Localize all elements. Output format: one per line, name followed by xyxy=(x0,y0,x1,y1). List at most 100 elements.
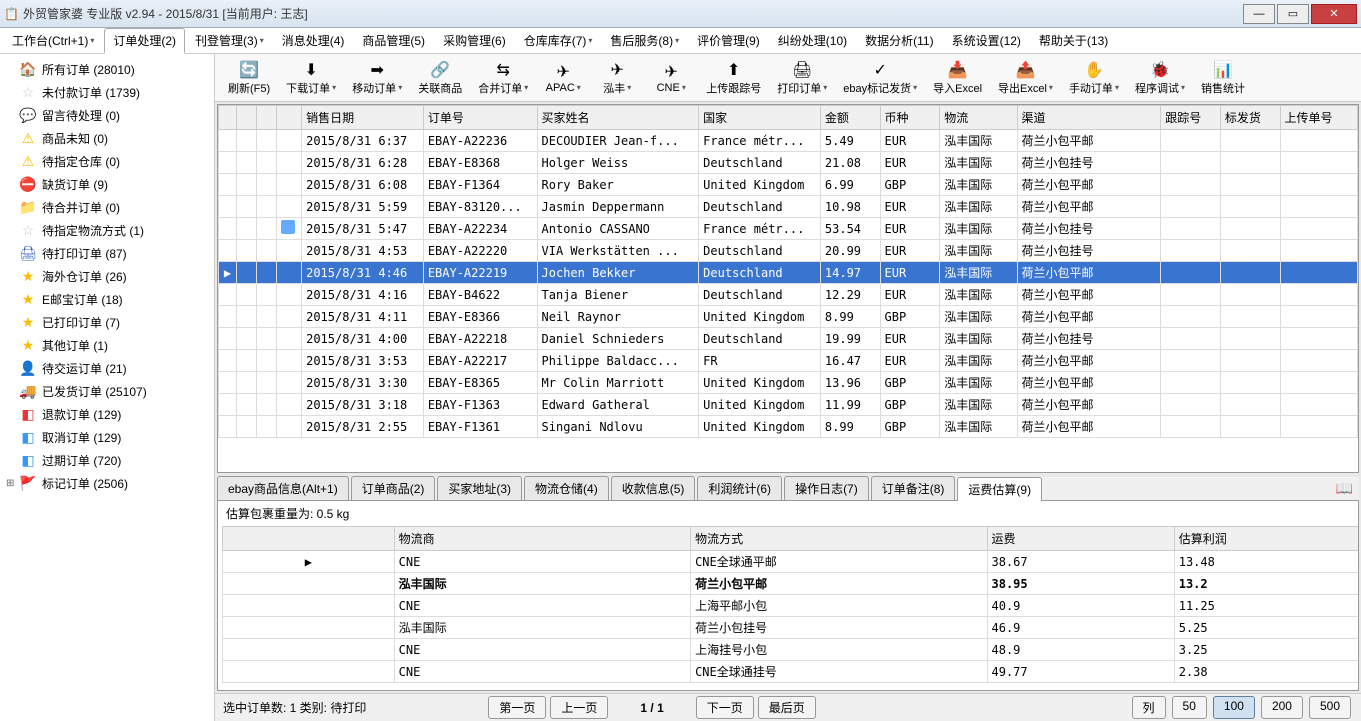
col-header[interactable]: 国家 xyxy=(699,106,821,130)
detail-tab[interactable]: 运费估算(9) xyxy=(957,477,1042,501)
freight-grid[interactable]: 物流商物流方式运费估算利润▶CNECNE全球通平邮38.6713.48泓丰国际荷… xyxy=(222,526,1359,683)
detail-tab[interactable]: 订单备注(8) xyxy=(871,476,956,500)
toolbtn-关联商品[interactable]: 🔗关联商品 xyxy=(411,56,469,100)
col-header[interactable]: 上传单号 xyxy=(1280,106,1358,130)
book-icon[interactable]: 📖 xyxy=(1330,477,1359,500)
menu-帮助关于(13)[interactable]: 帮助关于(13) xyxy=(1031,29,1116,52)
table-row[interactable]: 2015/8/31 2:55EBAY-F1361Singani NdlovuUn… xyxy=(219,416,1358,438)
toolbtn-移动订单[interactable]: ➡移动订单▾ xyxy=(345,56,409,100)
pagesize-100[interactable]: 100 xyxy=(1213,696,1255,719)
table-row[interactable]: CNECNE全球通挂号49.772.38 xyxy=(223,661,1360,683)
pagesize-500[interactable]: 500 xyxy=(1309,696,1351,719)
sidebar-item[interactable]: ☆未付款订单 (1739) xyxy=(2,81,212,104)
table-row[interactable]: 泓丰国际荷兰小包平邮38.9513.2 xyxy=(223,573,1360,595)
table-row[interactable]: 2015/8/31 6:08EBAY-F1364Rory BakerUnited… xyxy=(219,174,1358,196)
sidebar-item[interactable]: ⊞🚩标记订单 (2506) xyxy=(2,472,212,495)
maximize-button[interactable]: ▭ xyxy=(1277,4,1309,24)
menu-订单处理(2)[interactable]: 订单处理(2) xyxy=(104,28,185,54)
sidebar-item[interactable]: 🖨待打印订单 (87) xyxy=(2,242,212,265)
next-page-button[interactable]: 下一页 xyxy=(696,696,754,719)
sidebar-item[interactable]: 👤待交运订单 (21) xyxy=(2,357,212,380)
first-page-button[interactable]: 第一页 xyxy=(488,696,546,719)
sidebar-item[interactable]: ★其他订单 (1) xyxy=(2,334,212,357)
col-header[interactable]: 销售日期 xyxy=(302,106,424,130)
col-header[interactable]: 买家姓名 xyxy=(537,106,699,130)
toolbtn-泓丰[interactable]: ✈泓丰▾ xyxy=(591,56,643,100)
sidebar-item[interactable]: 🚚已发货订单 (25107) xyxy=(2,380,212,403)
menu-消息处理(4)[interactable]: 消息处理(4) xyxy=(274,29,353,52)
col-header[interactable] xyxy=(276,106,301,130)
detail-tab[interactable]: 订单商品(2) xyxy=(351,476,436,500)
toolbtn-APAC[interactable]: ✈APAC▾ xyxy=(537,56,589,100)
table-row[interactable]: 2015/8/31 6:37EBAY-A22236DECOUDIER Jean-… xyxy=(219,130,1358,152)
sidebar-item[interactable]: ☆待指定物流方式 (1) xyxy=(2,219,212,242)
col-header[interactable] xyxy=(256,106,276,130)
table-row[interactable]: 2015/8/31 5:47EBAY-A22234Antonio CASSANO… xyxy=(219,218,1358,240)
toolbtn-销售统计[interactable]: 📊销售统计 xyxy=(1194,56,1252,100)
col-header[interactable]: 订单号 xyxy=(423,106,537,130)
pagesize-200[interactable]: 200 xyxy=(1261,696,1303,719)
col-header[interactable]: 币种 xyxy=(880,106,940,130)
close-button[interactable]: ✕ xyxy=(1311,4,1357,24)
col-header[interactable]: 运费 xyxy=(987,527,1174,551)
table-row[interactable]: 2015/8/31 4:00EBAY-A22218Daniel Schniede… xyxy=(219,328,1358,350)
detail-tab[interactable]: 操作日志(7) xyxy=(784,476,869,500)
toolbtn-上传跟踪号[interactable]: ⬆上传跟踪号 xyxy=(699,56,768,100)
sidebar-item[interactable]: ★海外仓订单 (26) xyxy=(2,265,212,288)
table-row[interactable]: 泓丰国际荷兰小包挂号46.95.25 xyxy=(223,617,1360,639)
menu-纠纷处理(10)[interactable]: 纠纷处理(10) xyxy=(770,29,855,52)
col-header[interactable]: 标发货 xyxy=(1220,106,1280,130)
menu-工作台(Ctrl+1)[interactable]: 工作台(Ctrl+1)▾ xyxy=(4,29,102,52)
sidebar-item[interactable]: 💬留言待处理 (0) xyxy=(2,104,212,127)
table-row[interactable]: 2015/8/31 4:16EBAY-B4622Tanja BienerDeut… xyxy=(219,284,1358,306)
minimize-button[interactable]: — xyxy=(1243,4,1275,24)
toolbtn-CNE[interactable]: ✈CNE▾ xyxy=(645,56,697,100)
table-row[interactable]: 2015/8/31 4:53EBAY-A22220VIA Werkstätten… xyxy=(219,240,1358,262)
table-row[interactable]: CNE上海挂号小包48.93.25 xyxy=(223,639,1360,661)
col-header[interactable]: 金额 xyxy=(820,106,880,130)
detail-tab[interactable]: ebay商品信息(Alt+1) xyxy=(217,476,349,500)
menu-商品管理(5)[interactable]: 商品管理(5) xyxy=(354,29,433,52)
sidebar-item[interactable]: ⚠待指定仓库 (0) xyxy=(2,150,212,173)
sidebar-item[interactable]: ◧退款订单 (129) xyxy=(2,403,212,426)
toolbtn-下载订单[interactable]: ⬇下载订单▾ xyxy=(279,56,343,100)
table-row[interactable]: 2015/8/31 4:11EBAY-E8366Neil RaynorUnite… xyxy=(219,306,1358,328)
col-header[interactable]: 物流方式 xyxy=(691,527,987,551)
col-header[interactable]: 估算利润 xyxy=(1174,527,1359,551)
table-row[interactable]: 2015/8/31 3:18EBAY-F1363Edward GatheralU… xyxy=(219,394,1358,416)
detail-tab[interactable]: 买家地址(3) xyxy=(437,476,522,500)
detail-tab[interactable]: 利润统计(6) xyxy=(697,476,782,500)
sidebar-item[interactable]: 🏠所有订单 (28010) xyxy=(2,58,212,81)
sidebar-item[interactable]: ★已打印订单 (7) xyxy=(2,311,212,334)
col-header[interactable]: 物流商 xyxy=(394,527,690,551)
detail-tab[interactable]: 收款信息(5) xyxy=(611,476,696,500)
col-header[interactable] xyxy=(236,106,256,130)
toolbtn-导入Excel[interactable]: 📥导入Excel xyxy=(926,56,989,100)
pagesize-50[interactable]: 50 xyxy=(1172,696,1207,719)
col-header[interactable]: 跟踪号 xyxy=(1161,106,1221,130)
last-page-button[interactable]: 最后页 xyxy=(758,696,816,719)
toolbtn-程序调试[interactable]: 🐞程序调试▾ xyxy=(1128,56,1192,100)
table-row[interactable]: 2015/8/31 6:28EBAY-E8368Holger WeissDeut… xyxy=(219,152,1358,174)
sidebar-item[interactable]: 📁待合并订单 (0) xyxy=(2,196,212,219)
table-row[interactable]: 2015/8/31 3:30EBAY-E8365Mr Colin Marriot… xyxy=(219,372,1358,394)
menu-售后服务(8)[interactable]: 售后服务(8)▾ xyxy=(602,29,687,52)
menu-刊登管理(3)[interactable]: 刊登管理(3)▾ xyxy=(187,29,272,52)
col-header[interactable] xyxy=(219,106,237,130)
toolbtn-合并订单[interactable]: ⇆合并订单▾ xyxy=(471,56,535,100)
table-row[interactable]: ▶CNECNE全球通平邮38.6713.48 xyxy=(223,551,1360,573)
table-row[interactable]: ▶2015/8/31 4:46EBAY-A22219Jochen BekkerD… xyxy=(219,262,1358,284)
detail-tab[interactable]: 物流仓储(4) xyxy=(524,476,609,500)
sidebar-item[interactable]: ★E邮宝订单 (18) xyxy=(2,288,212,311)
menu-采购管理(6)[interactable]: 采购管理(6) xyxy=(435,29,514,52)
menu-系统设置(12)[interactable]: 系统设置(12) xyxy=(944,29,1029,52)
col-header[interactable] xyxy=(223,527,395,551)
toolbtn-手动订单[interactable]: ✋手动订单▾ xyxy=(1062,56,1126,100)
col-header[interactable]: 渠道 xyxy=(1017,106,1161,130)
prev-page-button[interactable]: 上一页 xyxy=(550,696,608,719)
table-row[interactable]: CNE上海平邮小包40.911.25 xyxy=(223,595,1360,617)
table-row[interactable]: 2015/8/31 3:53EBAY-A22217Philippe Baldac… xyxy=(219,350,1358,372)
menu-评价管理(9)[interactable]: 评价管理(9) xyxy=(689,29,768,52)
order-grid[interactable]: 销售日期订单号买家姓名国家金额币种物流渠道跟踪号标发货上传单号2015/8/31… xyxy=(217,104,1359,473)
sidebar-item[interactable]: ◧过期订单 (720) xyxy=(2,449,212,472)
